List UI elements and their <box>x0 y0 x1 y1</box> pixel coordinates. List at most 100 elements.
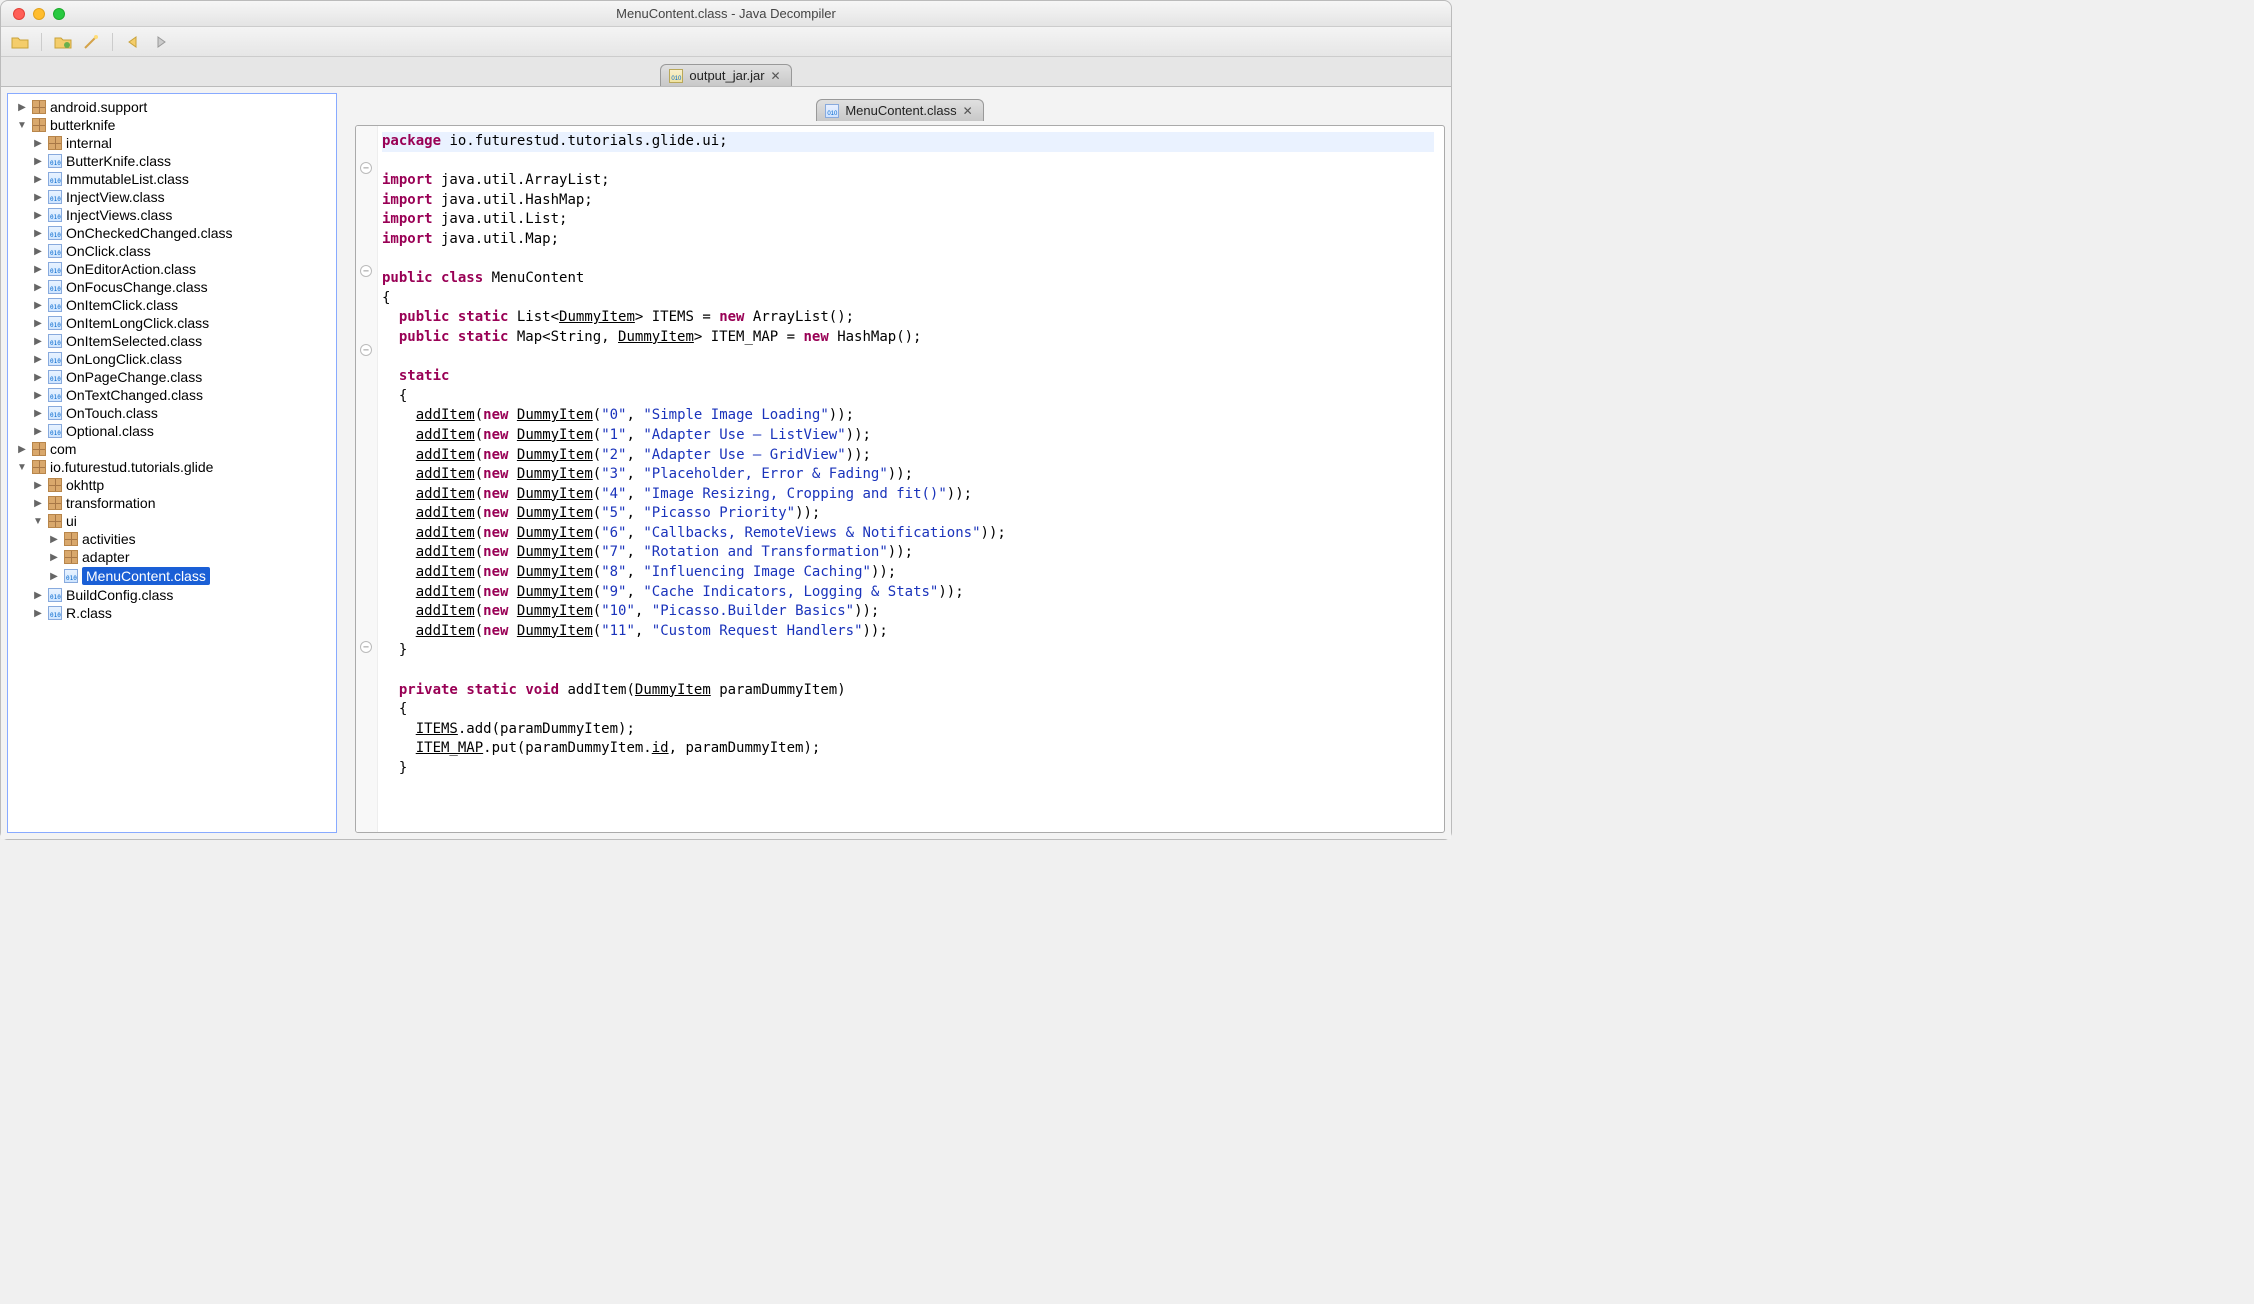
open-file-button[interactable] <box>9 31 31 53</box>
archive-tab-row: output_jar.jar ✕ <box>1 57 1451 87</box>
fold-handle-icon[interactable]: − <box>360 344 372 356</box>
close-tab-icon[interactable]: ✕ <box>771 69 781 83</box>
fold-handle-icon[interactable]: − <box>360 641 372 653</box>
tree-item[interactable]: ▶OnLongClick.class <box>8 350 336 368</box>
expand-arrow-icon[interactable]: ▼ <box>16 120 28 131</box>
tree-item[interactable]: ▼io.futurestud.tutorials.glide <box>8 458 336 476</box>
tree-item-label: ButterKnife.class <box>66 153 171 169</box>
tree-item[interactable]: ▶ android.support <box>8 98 336 116</box>
tree-item[interactable]: ▶OnTouch.class <box>8 404 336 422</box>
tree-item-label: BuildConfig.class <box>66 587 173 603</box>
code-content: package io.futurestud.tutorials.glide.ui… <box>382 132 1434 779</box>
open-type-button[interactable] <box>52 31 74 53</box>
expand-arrow-icon[interactable]: ▶ <box>32 192 44 203</box>
class-file-icon <box>48 262 62 276</box>
tree-item-label: OnEditorAction.class <box>66 261 196 277</box>
fold-handle-icon[interactable]: − <box>360 162 372 174</box>
expand-arrow-icon[interactable]: ▶ <box>32 498 44 509</box>
tree-item[interactable]: ▶ Optional.class <box>8 422 336 440</box>
code-editor[interactable]: − − − − package io.futurestud.tutorials.… <box>355 125 1445 833</box>
tree-item[interactable]: ▶OnTextChanged.class <box>8 386 336 404</box>
tree-item[interactable]: ▶R.class <box>8 604 336 622</box>
class-file-icon <box>48 424 62 438</box>
package-icon <box>48 514 62 528</box>
expand-arrow-icon[interactable]: ▼ <box>32 516 44 527</box>
expand-arrow-icon[interactable]: ▶ <box>32 426 44 437</box>
expand-arrow-icon[interactable]: ▶ <box>32 590 44 601</box>
expand-arrow-icon[interactable]: ▶ <box>32 264 44 275</box>
tree-item-label: OnItemClick.class <box>66 297 178 313</box>
expand-arrow-icon[interactable]: ▼ <box>16 462 28 473</box>
tree-item[interactable]: ▶ com <box>8 440 336 458</box>
splitter[interactable] <box>343 93 349 833</box>
toolbar-separator <box>112 33 113 51</box>
tree-item[interactable]: ▶ImmutableList.class <box>8 170 336 188</box>
tree-item[interactable]: ▶transformation <box>8 494 336 512</box>
tree-item-label: internal <box>66 135 112 151</box>
tree-item[interactable]: ▶ internal <box>8 134 336 152</box>
expand-arrow-icon[interactable]: ▶ <box>32 480 44 491</box>
class-file-icon <box>48 154 62 168</box>
tree-item[interactable]: ▶ ButterKnife.class <box>8 152 336 170</box>
tree-item-label: com <box>50 441 76 457</box>
package-tree[interactable]: ▶ android.support▼butterknife ▶ internal ▶ Bu… <box>7 93 337 833</box>
nav-forward-button[interactable] <box>151 31 173 53</box>
tree-item[interactable]: ▶activities <box>8 530 336 548</box>
tree-item[interactable]: ▶OnPageChange.class <box>8 368 336 386</box>
gutter: − − − − <box>356 126 378 832</box>
expand-arrow-icon[interactable]: ▶ <box>32 138 44 149</box>
expand-arrow-icon[interactable]: ▶ <box>32 372 44 383</box>
tree-item[interactable]: ▶OnFocusChange.class <box>8 278 336 296</box>
expand-arrow-icon[interactable]: ▶ <box>32 318 44 329</box>
expand-arrow-icon[interactable]: ▶ <box>32 210 44 221</box>
expand-arrow-icon[interactable]: ▶ <box>32 228 44 239</box>
tree-item[interactable]: ▶MenuContent.class <box>8 566 336 586</box>
expand-arrow-icon[interactable]: ▶ <box>16 444 28 455</box>
fold-handle-icon[interactable]: − <box>360 265 372 277</box>
tree-item[interactable]: ▼ ui <box>8 512 336 530</box>
class-file-icon <box>48 298 62 312</box>
tree-item-label: OnItemSelected.class <box>66 333 202 349</box>
titlebar: MenuContent.class - Java Decompiler <box>1 1 1451 27</box>
expand-arrow-icon[interactable]: ▶ <box>48 534 60 545</box>
tree-item[interactable]: ▶ OnEditorAction.class <box>8 260 336 278</box>
tree-item-label: InjectView.class <box>66 189 165 205</box>
tree-item[interactable]: ▶OnItemLongClick.class <box>8 314 336 332</box>
expand-arrow-icon[interactable]: ▶ <box>32 408 44 419</box>
expand-arrow-icon[interactable]: ▶ <box>32 300 44 311</box>
expand-arrow-icon[interactable]: ▶ <box>32 156 44 167</box>
tree-item-label: android.support <box>50 99 147 115</box>
archive-tab[interactable]: output_jar.jar ✕ <box>660 64 791 86</box>
package-icon <box>32 100 46 114</box>
editor-tab[interactable]: MenuContent.class ✕ <box>816 99 983 121</box>
tree-item[interactable]: ▶OnClick.class <box>8 242 336 260</box>
wand-icon <box>83 34 99 50</box>
expand-arrow-icon[interactable]: ▶ <box>32 354 44 365</box>
tree-item[interactable]: ▶ InjectView.class <box>8 188 336 206</box>
editor-tab-label: MenuContent.class <box>845 103 956 118</box>
expand-arrow-icon[interactable]: ▶ <box>32 282 44 293</box>
expand-arrow-icon[interactable]: ▶ <box>48 571 60 582</box>
expand-arrow-icon[interactable]: ▶ <box>32 246 44 257</box>
tree-item-label: ui <box>66 513 77 529</box>
tree-item[interactable]: ▶okhttp <box>8 476 336 494</box>
tree-item[interactable]: ▶OnCheckedChanged.class <box>8 224 336 242</box>
expand-arrow-icon[interactable]: ▶ <box>32 174 44 185</box>
tree-item[interactable]: ▶ OnItemClick.class <box>8 296 336 314</box>
tree-item[interactable]: ▶ OnItemSelected.class <box>8 332 336 350</box>
tree-item[interactable]: ▶InjectViews.class <box>8 206 336 224</box>
class-file-icon <box>48 208 62 222</box>
search-button[interactable] <box>80 31 102 53</box>
expand-arrow-icon[interactable]: ▶ <box>48 552 60 563</box>
close-tab-icon[interactable]: ✕ <box>963 104 973 118</box>
nav-back-button[interactable] <box>123 31 145 53</box>
tree-item[interactable]: ▶ BuildConfig.class <box>8 586 336 604</box>
expand-arrow-icon[interactable]: ▶ <box>32 608 44 619</box>
tree-item[interactable]: ▶adapter <box>8 548 336 566</box>
tree-item[interactable]: ▼butterknife <box>8 116 336 134</box>
class-file-icon <box>48 406 62 420</box>
expand-arrow-icon[interactable]: ▶ <box>32 390 44 401</box>
expand-arrow-icon[interactable]: ▶ <box>16 102 28 113</box>
expand-arrow-icon[interactable]: ▶ <box>32 336 44 347</box>
tree-item-label: Optional.class <box>66 423 154 439</box>
